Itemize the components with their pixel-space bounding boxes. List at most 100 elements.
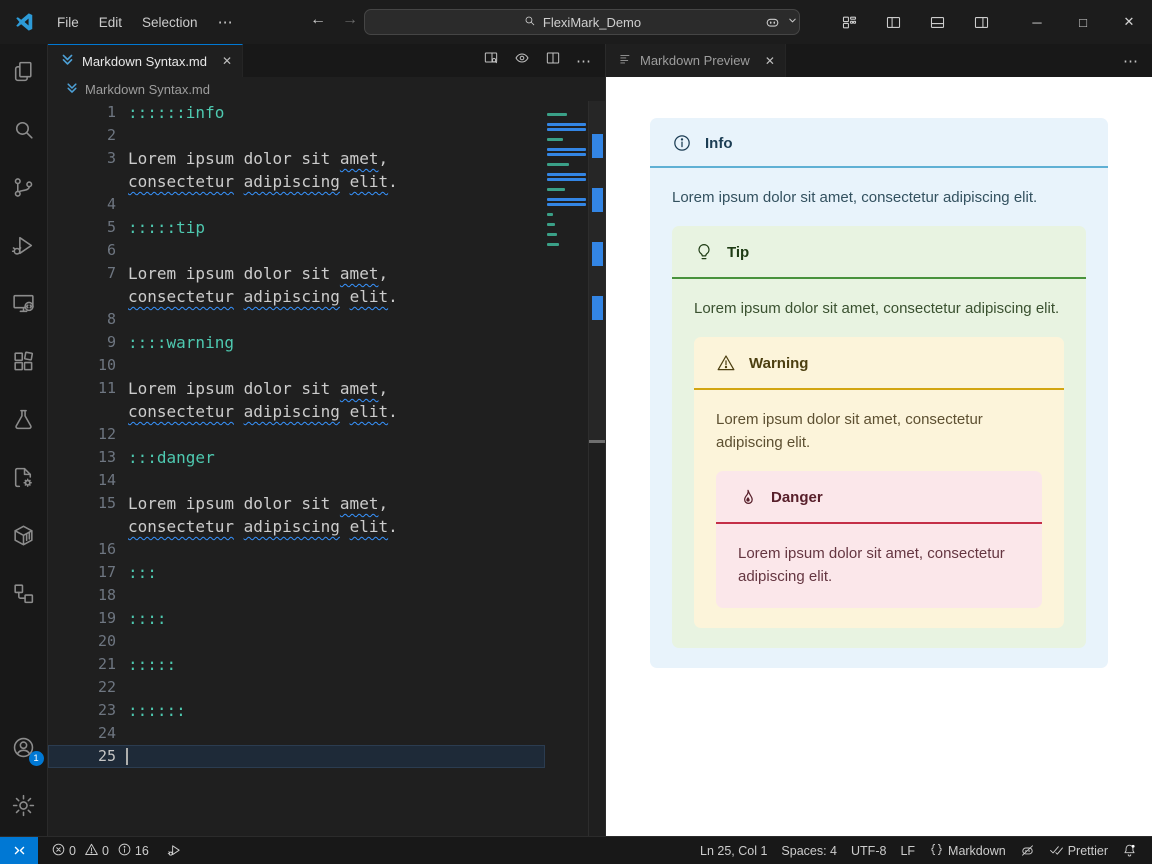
misspelled-word: consectetur [128, 402, 234, 421]
line-content: :::: [116, 607, 167, 630]
minimap[interactable] [545, 101, 588, 836]
preview-more-actions-button[interactable]: ⋯ [1123, 52, 1139, 70]
title-bar: File Edit Selection ⋯ ← → FlexiMark_Demo… [0, 0, 1152, 44]
editor-line[interactable]: 12 [48, 423, 545, 446]
command-center-search[interactable]: FlexiMark_Demo [364, 9, 800, 35]
editor-line[interactable]: 17::: [48, 561, 545, 584]
editor-more-actions-button[interactable]: ⋯ [576, 52, 592, 70]
editor-line[interactable]: 14 [48, 469, 545, 492]
editor-line[interactable]: 7 Lorem ipsum dolor sit amet, [48, 262, 545, 285]
menu-selection[interactable]: Selection [132, 10, 208, 35]
menu-edit[interactable]: Edit [89, 10, 132, 35]
navigate-forward-button[interactable]: → [338, 11, 362, 29]
navigate-back-button[interactable]: ← [306, 11, 330, 29]
editor-line[interactable]: 24 [48, 722, 545, 745]
close-window-button[interactable]: ✕ [1106, 0, 1152, 44]
line-number: 17 [97, 563, 116, 581]
activity-item-container-icon[interactable] [7, 518, 41, 552]
activity-item-source-control-icon[interactable] [7, 170, 41, 204]
language-mode-status[interactable]: Markdown [922, 837, 1013, 864]
editor-line[interactable]: 2 [48, 124, 545, 147]
editor-line[interactable]: 11 Lorem ipsum dolor sit amet, [48, 377, 545, 400]
editor-line[interactable]: 18 [48, 584, 545, 607]
editor-line[interactable]: 8 [48, 308, 545, 331]
split-editor-icon[interactable] [545, 50, 561, 71]
activity-item-testing-icon[interactable] [7, 402, 41, 436]
activity-item-files-icon[interactable] [7, 54, 41, 88]
editor-scrollbar[interactable] [588, 101, 605, 836]
activity-item-flowchart-icon[interactable] [7, 576, 41, 610]
line-content: ::::::info [116, 101, 224, 124]
close-tab-icon[interactable]: ✕ [222, 54, 232, 68]
editor-line[interactable]: consectetur adipiscing elit. [48, 170, 545, 193]
activity-item-remote-explorer-icon[interactable] [7, 286, 41, 320]
editor-line[interactable]: 19:::: [48, 607, 545, 630]
editor-line[interactable]: 15 Lorem ipsum dolor sit amet, [48, 492, 545, 515]
editor-line[interactable]: 23:::::: [48, 699, 545, 722]
line-content [116, 722, 128, 745]
activity-item-search-icon[interactable] [7, 112, 41, 146]
open-preview-side-icon[interactable] [483, 50, 499, 71]
eye-preview-icon[interactable] [514, 50, 530, 71]
breadcrumb[interactable]: Markdown Syntax.md [48, 77, 605, 101]
toggle-panel-button[interactable] [922, 7, 952, 37]
editor-line[interactable]: 5:::::tip [48, 216, 545, 239]
copilot-menu-button[interactable] [757, 7, 798, 37]
editor-line[interactable]: 16 [48, 538, 545, 561]
debug-status-icon[interactable] [160, 837, 189, 864]
encoding-status[interactable]: UTF-8 [844, 837, 893, 864]
overview-ruler-info-mark [592, 296, 603, 320]
line-content: Lorem ipsum dolor sit amet, [116, 492, 388, 515]
editor-line[interactable]: 9::::warning [48, 331, 545, 354]
editor-line[interactable]: consectetur adipiscing elit. [48, 515, 545, 538]
editor-line[interactable]: 1::::::info [48, 101, 545, 124]
tab-markdown-syntax[interactable]: Markdown Syntax.md ✕ [48, 44, 244, 77]
menu-file[interactable]: File [47, 10, 89, 35]
cursor-position-status[interactable]: Ln 25, Col 1 [693, 837, 774, 864]
remote-indicator[interactable] [0, 837, 38, 864]
minimap-line [547, 188, 565, 191]
problems-status[interactable]: 0 0 16 [44, 837, 160, 864]
tab-markdown-preview[interactable]: Markdown Preview ✕ [606, 44, 786, 77]
admonition-body: Lorem ipsum dolor sit amet, consectetur … [672, 279, 1086, 649]
activity-item-run-debug-icon[interactable] [7, 228, 41, 262]
editor-line[interactable]: 10 [48, 354, 545, 377]
accounts-button[interactable]: 1 [7, 730, 44, 766]
settings-button[interactable] [7, 788, 41, 822]
directive-token: ::: [128, 563, 157, 582]
close-tab-icon[interactable]: ✕ [765, 54, 775, 68]
line-content: ::::warning [116, 331, 234, 354]
editor-line[interactable]: 6 [48, 239, 545, 262]
toggle-sidebar-button[interactable] [878, 7, 908, 37]
editor-line[interactable]: 20 [48, 630, 545, 653]
minimap-line [547, 223, 555, 226]
misspelled-word: elit [349, 172, 389, 191]
maximize-button[interactable]: □ [1060, 0, 1106, 44]
activity-item-file-gear-icon[interactable] [7, 460, 41, 494]
editor-line[interactable]: consectetur adipiscing elit. [48, 285, 545, 308]
toggle-secondary-sidebar-button[interactable] [966, 7, 996, 37]
editor-line[interactable]: 25 [48, 745, 545, 768]
editor-line[interactable]: 13:::danger [48, 446, 545, 469]
notifications-bell-icon[interactable] [1115, 837, 1144, 864]
minimap-line [547, 153, 586, 156]
minimize-button[interactable]: ─ [1014, 0, 1060, 44]
formatter-status[interactable]: Prettier [1042, 837, 1115, 864]
editor-line[interactable]: 4 [48, 193, 545, 216]
code-editor[interactable]: 1::::::info 2 3 Lorem ipsum dolor sit amet,… [48, 101, 545, 836]
editor-line[interactable]: consectetur adipiscing elit. [48, 400, 545, 423]
indentation-status[interactable]: Spaces: 4 [774, 837, 844, 864]
customize-layout-button[interactable] [834, 7, 864, 37]
editor-line[interactable]: 21::::: [48, 653, 545, 676]
eol-status[interactable]: LF [893, 837, 922, 864]
editor-line[interactable]: 3 Lorem ipsum dolor sit amet, [48, 147, 545, 170]
directive-token: ::::::info [128, 103, 225, 122]
copilot-disabled-status[interactable] [1013, 837, 1042, 864]
editor-line[interactable]: 22 [48, 676, 545, 699]
editor-group: Markdown Syntax.md ✕ ⋯ Markdown Syntax.m… [48, 44, 605, 836]
activity-item-extensions-icon[interactable] [7, 344, 41, 378]
info-icon [117, 842, 132, 857]
code-text: Lorem ipsum dolor sit [128, 494, 340, 513]
menu-overflow-button[interactable]: ⋯ [208, 8, 244, 36]
